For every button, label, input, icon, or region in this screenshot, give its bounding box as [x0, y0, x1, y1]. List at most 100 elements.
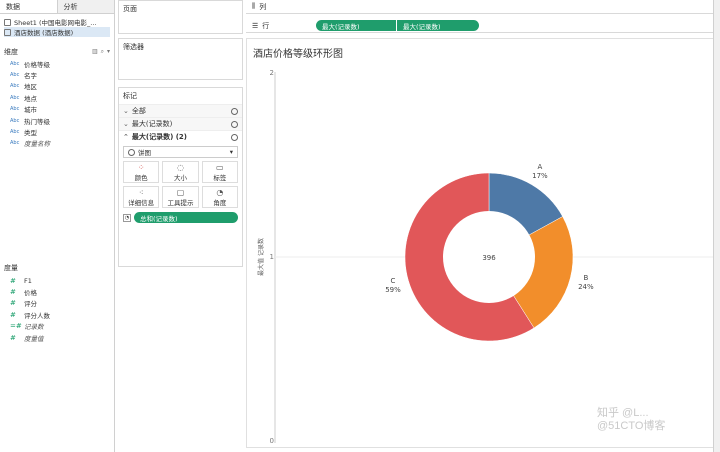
y-tick-label: 2: [270, 69, 274, 77]
tooltip-icon: ▢: [176, 187, 185, 197]
data-source-item[interactable]: Sheet1 (中国电影网电影_...: [4, 17, 110, 27]
pages-card[interactable]: 页面: [118, 0, 243, 34]
measure-type-icon: #: [10, 333, 16, 342]
field-label: 评分人数: [24, 311, 50, 320]
marks-card: 标记 ⌄ 全部 ⌄ 最大(记录数) ⌃ 最大(记录数) (2) 饼图 ▾ ⁘ 颜色 ◌ 大小…: [118, 87, 243, 267]
data-pane: 数据 分析 Sheet1 (中国电影网电影_... 酒店数据 (酒店数据) 维度…: [0, 0, 115, 452]
pie-icon: [231, 120, 238, 128]
row-pill[interactable]: 最大(记录数): [316, 20, 396, 31]
field-label: 地区: [24, 83, 37, 92]
marks-row-label: 最大(记录数): [131, 120, 173, 128]
dimensions-field[interactable]: Abc 类型: [0, 126, 114, 137]
search-icon[interactable]: ⌕: [101, 48, 104, 56]
columns-shelf[interactable]: ⫼ 列: [246, 0, 713, 14]
chevron-down-icon: ▾: [229, 148, 233, 156]
string-type-icon: Abc: [10, 117, 20, 124]
measures-field[interactable]: # F1: [0, 275, 114, 286]
right-pane-edge: [713, 0, 720, 452]
row-pill[interactable]: 最大(记录数): [397, 20, 479, 31]
view-toggle-icon[interactable]: ▥: [92, 48, 98, 56]
field-label: 度量值: [24, 334, 44, 343]
dimensions-field[interactable]: Abc 热门等级: [0, 115, 114, 126]
measure-type-icon: #: [10, 310, 16, 319]
y-tick-label: 0: [270, 437, 274, 445]
string-type-icon: Abc: [10, 83, 20, 90]
rows-label: 行: [262, 21, 270, 30]
slice-category-label: B: [583, 274, 588, 282]
color-label: 颜色: [134, 173, 148, 182]
marks-pill-row: ◔ 总和(记录数): [119, 208, 242, 223]
field-label: 度量名称: [24, 140, 50, 149]
columns-icon: ⫼: [252, 2, 256, 10]
measures-field[interactable]: # 评分人数: [0, 309, 114, 320]
chevron-up-icon: ⌃: [123, 133, 129, 141]
label-icon: ▭: [216, 162, 224, 172]
string-type-icon: Abc: [10, 129, 20, 136]
dimensions-field[interactable]: Abc 地点: [0, 92, 114, 103]
measures-title: 度量: [4, 264, 18, 272]
dimensions-field[interactable]: Abc 名字: [0, 69, 114, 80]
dimensions-field[interactable]: Abc 价格等级: [0, 58, 114, 69]
datasource-icon: [4, 18, 11, 26]
string-type-icon: Abc: [10, 94, 20, 101]
rows-shelf[interactable]: ☰ 行 最大(记录数) 最大(记录数): [246, 19, 713, 33]
watermark: 知乎 @L... @51CTO博客: [597, 407, 666, 432]
dimensions-list: Abc 价格等级 Abc 名字 Abc 地区 Abc 地点 Abc 城市 Abc 热门等级 Abc 类型 A…: [0, 58, 114, 149]
measures-field[interactable]: # 度量值: [0, 332, 114, 343]
tooltip-button[interactable]: ▢ 工具提示: [162, 186, 199, 208]
dimensions-field[interactable]: Abc 城市: [0, 104, 114, 115]
tab-data[interactable]: 数据: [0, 0, 58, 13]
marks-row-all[interactable]: ⌄ 全部: [119, 104, 242, 117]
label-button[interactable]: ▭ 标签: [201, 161, 238, 183]
pie-icon: [231, 107, 238, 115]
chevron-down-icon: ⌄: [123, 120, 129, 128]
detail-icon: ⁖: [138, 187, 144, 197]
angle-icon: ◔: [216, 187, 224, 197]
dimensions-field[interactable]: Abc 地区: [0, 81, 114, 92]
measures-list: # F1 # 价格 # 评分 # 评分人数 =# 记录数 # 度量值: [0, 275, 114, 343]
mark-type-dropdown[interactable]: 饼图 ▾: [123, 146, 238, 158]
angle-small-icon: ◔: [123, 213, 131, 222]
field-label: 记录数: [24, 323, 44, 332]
detail-label: 详细信息: [128, 198, 155, 207]
slice-percent-label: 17%: [532, 172, 548, 180]
tooltip-label: 工具提示: [167, 198, 194, 207]
marks-row-max2[interactable]: ⌃ 最大(记录数) (2): [119, 130, 242, 143]
filters-title: 筛选器: [123, 43, 144, 51]
size-button[interactable]: ◌ 大小: [162, 161, 199, 183]
field-label: 类型: [24, 129, 37, 138]
measures-field[interactable]: # 价格: [0, 286, 114, 297]
string-type-icon: Abc: [10, 106, 20, 113]
dimensions-header: 维度 ▥ ⌕ ▾: [0, 46, 114, 58]
marks-row-max1[interactable]: ⌄ 最大(记录数): [119, 117, 242, 130]
pie-icon: [128, 148, 135, 156]
marks-row-label: 全部: [131, 107, 146, 115]
pie-icon: [231, 133, 238, 141]
measure-type-icon: #: [10, 299, 16, 308]
string-type-icon: Abc: [10, 72, 20, 79]
slice-category-label: A: [538, 163, 543, 171]
data-source-list: Sheet1 (中国电影网电影_... 酒店数据 (酒店数据): [0, 14, 114, 40]
data-source-item-selected[interactable]: 酒店数据 (酒店数据): [4, 27, 110, 37]
dimensions-field[interactable]: Abc 度量名称: [0, 138, 114, 149]
label-label: 标签: [213, 173, 227, 182]
color-button[interactable]: ⁘ 颜色: [123, 161, 160, 183]
sum-records-pill[interactable]: 总和(记录数): [134, 212, 238, 223]
tab-analytics[interactable]: 分析: [57, 0, 114, 13]
menu-icon[interactable]: ▾: [107, 48, 110, 56]
detail-button[interactable]: ⁖ 详细信息: [123, 186, 160, 208]
filters-card[interactable]: 筛选器: [118, 38, 243, 80]
field-label: 热门等级: [24, 117, 50, 126]
field-label: F1: [24, 276, 32, 285]
mark-type-value: 饼图: [138, 149, 151, 157]
donut-chart: 2 1 0 最大值 记录数 396 A17% B24% C59%: [257, 69, 715, 445]
string-type-icon: Abc: [10, 140, 20, 147]
measures-field[interactable]: # 评分: [0, 298, 114, 309]
angle-label: 角度: [213, 198, 227, 207]
angle-button[interactable]: ◔ 角度: [201, 186, 238, 208]
data-source-label: Sheet1 (中国电影网电影_...: [14, 19, 97, 27]
measures-field[interactable]: =# 记录数: [0, 321, 114, 332]
field-label: 评分: [24, 300, 37, 309]
size-icon: ◌: [177, 162, 184, 172]
pane-tabs: 数据 分析: [0, 0, 114, 14]
